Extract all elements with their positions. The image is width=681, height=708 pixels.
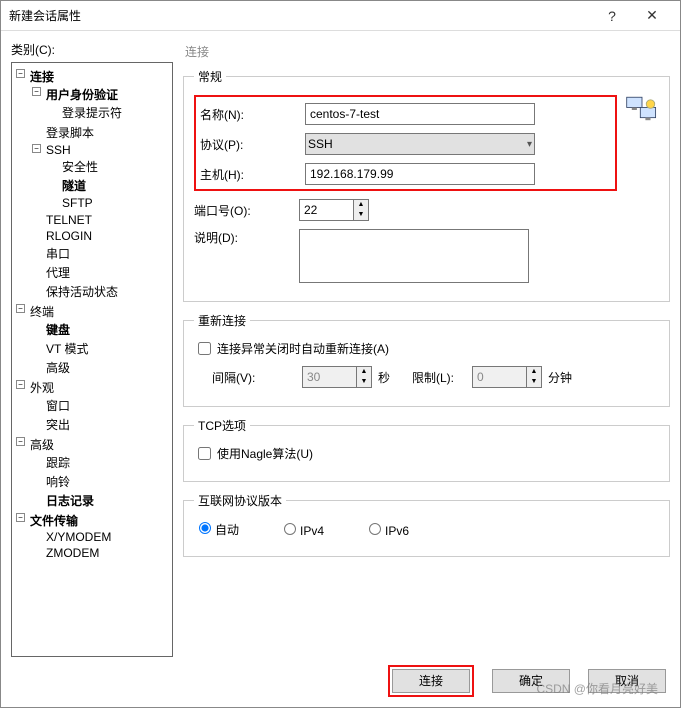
close-button[interactable]: ✕ [632, 7, 672, 24]
ipversion-legend: 互联网协议版本 [194, 492, 286, 509]
desc-label: 说明(D): [194, 229, 299, 246]
interval-input [302, 366, 357, 388]
connect-button[interactable]: 连接 [392, 669, 470, 693]
dialog-footer: 连接 确定 取消 [1, 663, 680, 707]
collapse-icon[interactable]: − [16, 513, 25, 522]
window-title: 新建会话属性 [9, 7, 592, 24]
tree-keepalive[interactable]: 保持活动状态 [44, 282, 170, 301]
nagle-checkbox[interactable] [198, 447, 211, 460]
ipv6-option[interactable]: IPv6 [364, 520, 409, 538]
collapse-icon[interactable]: − [16, 69, 25, 78]
tree-sftp[interactable]: SFTP [60, 195, 170, 211]
ipv4-radio[interactable] [284, 523, 296, 535]
titlebar: 新建会话属性 ? ✕ [1, 1, 680, 31]
tree-filetransfer[interactable]: −文件传输 X/YMODEM ZMODEM [28, 511, 170, 562]
tcp-group: TCP选项 使用Nagle算法(U) [183, 417, 670, 482]
tree-telnet[interactable]: TELNET [44, 212, 170, 228]
tree-appearance[interactable]: −外观 窗口 突出 [28, 378, 170, 435]
tree-login-prompt[interactable]: 登录提示符 [60, 103, 170, 122]
ipv4-option[interactable]: IPv4 [279, 520, 324, 538]
tree-terminal[interactable]: −终端 键盘 VT 模式 高级 [28, 302, 170, 378]
tree-keyboard[interactable]: 键盘 [44, 320, 170, 339]
tcp-legend: TCP选项 [194, 417, 250, 434]
host-label: 主机(H): [200, 166, 305, 183]
tree-advanced2[interactable]: −高级 跟踪 响铃 日志记录 [28, 435, 170, 511]
tree-login-script[interactable]: 登录脚本 [44, 123, 170, 142]
help-button[interactable]: ? [592, 8, 632, 24]
protocol-select[interactable]: SSH ▾ [305, 133, 535, 155]
name-input[interactable] [305, 103, 535, 125]
spin-up-icon: ▲ [357, 367, 371, 377]
ip-auto-option[interactable]: 自动 [194, 519, 239, 538]
port-spinner[interactable]: ▲▼ [299, 199, 369, 221]
dialog-window: 新建会话属性 ? ✕ 类别(C): − 连接 −用户身份验证 登录提示符 登录脚本 [0, 0, 681, 708]
tree-proxy[interactable]: 代理 [44, 263, 170, 282]
tree-serial[interactable]: 串口 [44, 244, 170, 263]
collapse-icon[interactable]: − [16, 380, 25, 389]
tree-highlight[interactable]: 突出 [44, 415, 170, 434]
host-input[interactable] [305, 163, 535, 185]
left-pane: 类别(C): −连接 −用户身份验证 登录提示符 登录脚本 −SSH [11, 41, 173, 657]
tree-xymodem[interactable]: X/YMODEM [44, 529, 170, 545]
spin-up-icon[interactable]: ▲ [354, 200, 368, 210]
general-legend: 常规 [194, 68, 226, 85]
connection-icon [625, 95, 659, 128]
port-label: 端口号(O): [194, 202, 299, 219]
tree-advanced1[interactable]: 高级 [44, 358, 170, 377]
port-input[interactable] [299, 199, 354, 221]
protocol-label: 协议(P): [200, 136, 305, 153]
tree-auth[interactable]: −用户身份验证 登录提示符 [44, 85, 170, 123]
reconnect-legend: 重新连接 [194, 312, 250, 329]
collapse-icon[interactable]: − [32, 87, 41, 96]
dialog-body: 类别(C): − 连接 −用户身份验证 登录提示符 登录脚本 − SSH [1, 31, 680, 663]
limit-label: 限制(L): [412, 369, 472, 386]
tree-trace[interactable]: 跟踪 [44, 453, 170, 472]
auto-reconnect-label: 连接异常关闭时自动重新连接(A) [217, 340, 389, 357]
tree-tunnel[interactable]: 隧道 [60, 176, 170, 195]
minutes-label: 分钟 [548, 369, 572, 386]
collapse-icon[interactable]: − [16, 437, 25, 446]
category-tree[interactable]: −连接 −用户身份验证 登录提示符 登录脚本 −SSH 安全性 隧道 [11, 62, 173, 657]
chevron-down-icon: ▾ [527, 139, 532, 150]
interval-label: 间隔(V): [212, 369, 302, 386]
general-group: 常规 名称(N): 协议(P): SSH [183, 68, 670, 302]
right-pane: 连接 常规 名称(N): 协议(P): SS [179, 41, 674, 657]
seconds-label: 秒 [378, 369, 390, 386]
tree-bell[interactable]: 响铃 [44, 472, 170, 491]
spin-down-icon: ▼ [357, 377, 371, 387]
collapse-icon[interactable]: − [16, 304, 25, 313]
name-label: 名称(N): [200, 106, 305, 123]
tree-vtmode[interactable]: VT 模式 [44, 339, 170, 358]
tree-rlogin[interactable]: RLOGIN [44, 228, 170, 244]
panel-title: 连接 [179, 41, 674, 62]
ok-button[interactable]: 确定 [492, 669, 570, 693]
tree-logging[interactable]: 日志记录 [44, 491, 170, 510]
ipversion-group: 互联网协议版本 自动 IPv4 IPv6 [183, 492, 670, 557]
ip-auto-radio[interactable] [199, 522, 211, 534]
limit-input [472, 366, 527, 388]
connect-highlight: 连接 [388, 665, 474, 697]
spin-up-icon: ▲ [527, 367, 541, 377]
tree-connection[interactable]: −连接 −用户身份验证 登录提示符 登录脚本 −SSH 安全性 隧道 [28, 67, 170, 302]
nagle-label: 使用Nagle算法(U) [217, 445, 313, 462]
desc-textarea[interactable] [299, 229, 529, 283]
category-label: 类别(C): [11, 41, 173, 58]
tree-security[interactable]: 安全性 [60, 157, 170, 176]
collapse-icon[interactable]: − [32, 144, 41, 153]
ipv6-radio[interactable] [369, 523, 381, 535]
limit-spinner: ▲▼ [472, 366, 542, 388]
auto-reconnect-checkbox[interactable] [198, 342, 211, 355]
tree-ssh[interactable]: −SSH 安全性 隧道 SFTP [44, 142, 170, 212]
protocol-value: SSH [308, 137, 333, 151]
highlighted-inputs: 名称(N): 协议(P): SSH ▾ 主 [194, 95, 617, 191]
tree-zmodem[interactable]: ZMODEM [44, 545, 170, 561]
interval-spinner: ▲▼ [302, 366, 372, 388]
spin-down-icon[interactable]: ▼ [354, 210, 368, 220]
reconnect-group: 重新连接 连接异常关闭时自动重新连接(A) 间隔(V): ▲▼ 秒 限制(L): [183, 312, 670, 407]
tree-window[interactable]: 窗口 [44, 396, 170, 415]
spin-down-icon: ▼ [527, 377, 541, 387]
cancel-button[interactable]: 取消 [588, 669, 666, 693]
